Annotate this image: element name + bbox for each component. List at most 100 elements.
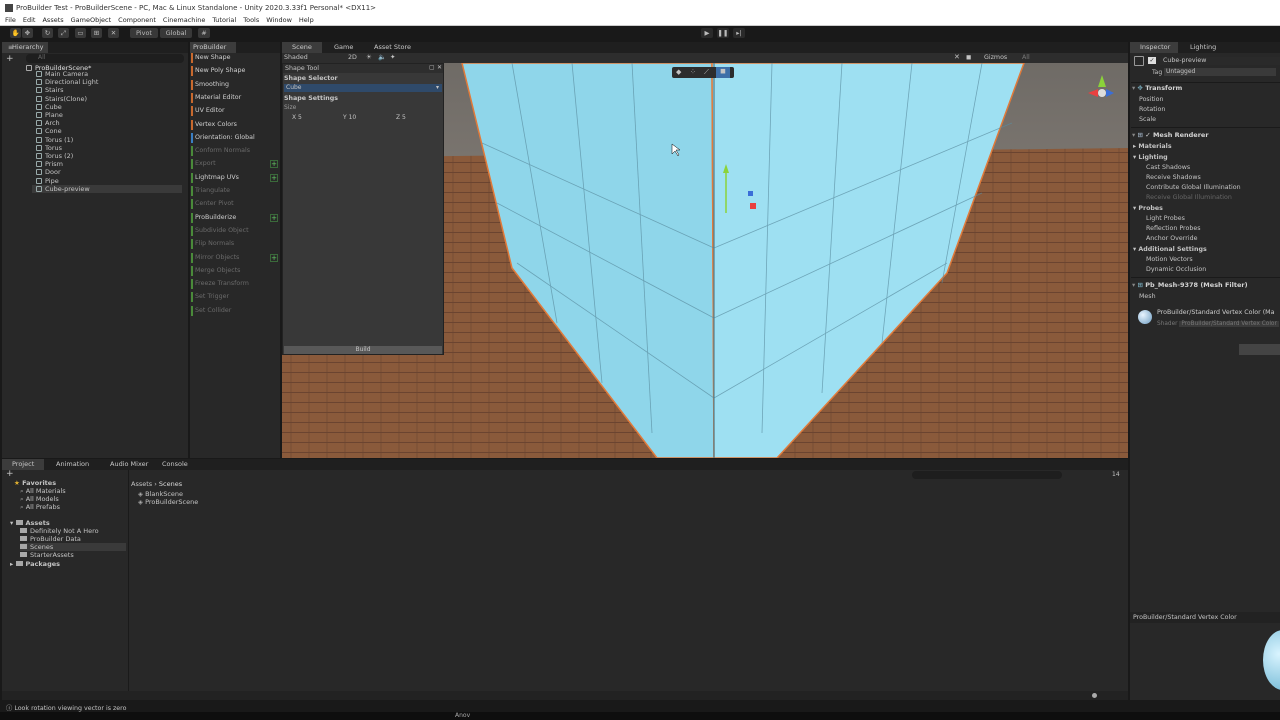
- object-mode-icon[interactable]: ◆: [676, 68, 681, 76]
- probuilder-button[interactable]: Export +: [191, 158, 278, 170]
- lighting-toggle-icon[interactable]: ☀: [366, 53, 372, 61]
- asset-folder[interactable]: ProBuilder Data: [20, 535, 81, 543]
- probuilder-button[interactable]: Material Editor: [191, 92, 278, 104]
- tab-animation[interactable]: Animation: [46, 459, 98, 470]
- hand-tool-icon[interactable]: ✋: [10, 28, 21, 38]
- probuilder-button[interactable]: UV Editor: [191, 105, 278, 117]
- hierarchy-search-input[interactable]: All: [26, 54, 184, 63]
- probuilder-button[interactable]: Set Trigger: [191, 291, 278, 303]
- project-search-input[interactable]: [912, 471, 1062, 479]
- hierarchy-item[interactable]: Torus (1): [36, 136, 73, 144]
- create-asset-button[interactable]: +: [6, 469, 14, 479]
- tools-icon[interactable]: ✕: [954, 53, 960, 61]
- tab-game[interactable]: Game: [324, 42, 364, 53]
- step-button[interactable]: ▸|: [733, 28, 745, 38]
- mesh-renderer-checkbox[interactable]: ✓: [1145, 131, 1153, 139]
- hierarchy-item[interactable]: Stairs(Clone): [36, 95, 87, 103]
- menu-gameobject[interactable]: GameObject: [71, 16, 112, 24]
- gizmos-dropdown[interactable]: Gizmos: [984, 54, 1007, 61]
- lighting-row[interactable]: ▾ Lighting: [1133, 154, 1168, 161]
- menu-edit[interactable]: Edit: [23, 16, 36, 24]
- maximize-icon[interactable]: ▢: [429, 64, 435, 71]
- material-name-label[interactable]: ProBuilder/Standard Vertex Color (Ma: [1157, 309, 1274, 316]
- face-mode-icon[interactable]: ◼: [716, 67, 730, 78]
- additional-settings-row[interactable]: ▾ Additional Settings: [1133, 246, 1207, 253]
- probuilder-button[interactable]: Center Pivot: [191, 198, 278, 210]
- hierarchy-item[interactable]: Torus: [36, 144, 62, 152]
- tag-dropdown[interactable]: Untagged: [1164, 68, 1276, 76]
- active-checkbox[interactable]: ✓: [1148, 57, 1156, 64]
- menu-assets[interactable]: Assets: [42, 16, 63, 24]
- mesh-filter-header[interactable]: ▾ ⊞ Pb_Mesh-9378 (Mesh Filter): [1132, 281, 1248, 289]
- probuilder-button[interactable]: Orientation: Global: [191, 132, 278, 144]
- menu-help[interactable]: Help: [299, 16, 314, 24]
- shading-mode-dropdown[interactable]: Shaded: [284, 54, 308, 61]
- probuilder-button[interactable]: Conform Normals: [191, 145, 278, 157]
- add-object-button[interactable]: +: [6, 54, 14, 64]
- probuilder-button[interactable]: Mirror Objects +: [191, 252, 278, 264]
- vertex-mode-icon[interactable]: ⁘: [690, 68, 696, 76]
- probuilder-button[interactable]: Flip Normals: [191, 238, 278, 250]
- rotate-tool-icon[interactable]: ↻: [42, 28, 53, 38]
- object-name-field[interactable]: Cube-preview: [1160, 57, 1280, 65]
- tab-inspector[interactable]: Inspector: [1130, 42, 1178, 53]
- size-x-field[interactable]: X 5: [292, 114, 302, 121]
- asset-folder[interactable]: Scenes: [20, 543, 126, 551]
- size-y-field[interactable]: Y 10: [343, 114, 356, 121]
- status-message[interactable]: ⓘ Look rotation viewing vector is zero: [6, 703, 127, 712]
- x-axis-handle[interactable]: [750, 203, 756, 209]
- shape-select-dropdown[interactable]: Cube ▾: [284, 84, 442, 92]
- probuilder-button[interactable]: ProBuilderize +: [191, 212, 278, 224]
- tab-scene[interactable]: Scene: [282, 42, 322, 53]
- tab-lighting[interactable]: Lighting: [1180, 42, 1228, 53]
- probuilder-button[interactable]: Vertex Colors: [191, 119, 278, 131]
- probuilder-button[interactable]: Subdivide Object: [191, 225, 278, 237]
- menu-file[interactable]: File: [5, 16, 16, 24]
- hierarchy-item[interactable]: Door: [36, 168, 61, 176]
- probuilder-button[interactable]: New Poly Shape: [191, 65, 278, 77]
- custom-tool-icon[interactable]: ✕: [108, 28, 119, 38]
- options-plus-icon[interactable]: +: [270, 253, 278, 262]
- shader-dropdown[interactable]: ProBuilder/Standard Vertex Color: [1179, 321, 1279, 327]
- hierarchy-item[interactable]: Cube-preview: [32, 184, 182, 193]
- probuilder-button[interactable]: Freeze Transform: [191, 278, 278, 290]
- hierarchy-item[interactable]: Stairs: [36, 86, 64, 94]
- probuilder-button[interactable]: Merge Objects: [191, 265, 278, 277]
- audio-toggle-icon[interactable]: 🔈: [378, 53, 386, 61]
- asset-folder[interactable]: Definitely Not A Hero: [20, 527, 99, 535]
- scene-search-input[interactable]: All: [1022, 54, 1030, 61]
- scale-tool-icon[interactable]: ⤢: [58, 28, 69, 38]
- tab-console[interactable]: Console: [152, 459, 194, 470]
- hierarchy-item[interactable]: Pipe: [36, 177, 59, 185]
- hierarchy-item[interactable]: Plane: [36, 111, 63, 119]
- camera-icon[interactable]: ◼: [966, 53, 971, 61]
- menu-component[interactable]: Component: [118, 16, 156, 24]
- close-icon[interactable]: ✕: [437, 64, 442, 71]
- breadcrumb-assets[interactable]: Assets: [131, 480, 152, 488]
- effects-toggle-icon[interactable]: ✦: [390, 53, 395, 61]
- hierarchy-item[interactable]: Arch: [36, 119, 60, 127]
- z-axis-handle[interactable]: [748, 191, 753, 196]
- asset-folder[interactable]: StarterAssets: [20, 551, 74, 559]
- 2d-toggle[interactable]: 2D: [348, 54, 357, 61]
- project-splitter[interactable]: [128, 470, 129, 700]
- menu-window[interactable]: Window: [266, 16, 292, 24]
- file-item[interactable]: ◈ BlankScene: [138, 490, 183, 498]
- materials-row[interactable]: ▸ Materials: [1133, 143, 1172, 150]
- menu-tools[interactable]: Tools: [243, 16, 259, 24]
- transform-tool-icon[interactable]: ⊞: [91, 28, 102, 38]
- hierarchy-item[interactable]: Prism: [36, 160, 63, 168]
- rect-tool-icon[interactable]: ▭: [75, 28, 86, 38]
- play-button[interactable]: ▶: [701, 28, 713, 38]
- mesh-renderer-header[interactable]: ▾ ⊞ ✓ Mesh Renderer: [1132, 131, 1209, 139]
- options-plus-icon[interactable]: +: [270, 173, 278, 182]
- options-plus-icon[interactable]: +: [270, 160, 278, 169]
- probuilder-button[interactable]: Set Collider: [191, 305, 278, 317]
- move-tool-icon[interactable]: ✥: [22, 28, 33, 38]
- probuilder-button[interactable]: New Shape: [191, 52, 278, 64]
- favorite-item[interactable]: ⌕ All Prefabs: [20, 503, 60, 512]
- build-button[interactable]: Build: [284, 346, 442, 354]
- hierarchy-item[interactable]: Cone: [36, 127, 62, 135]
- taskbar-label[interactable]: Anov: [455, 712, 470, 719]
- options-plus-icon[interactable]: +: [270, 213, 278, 222]
